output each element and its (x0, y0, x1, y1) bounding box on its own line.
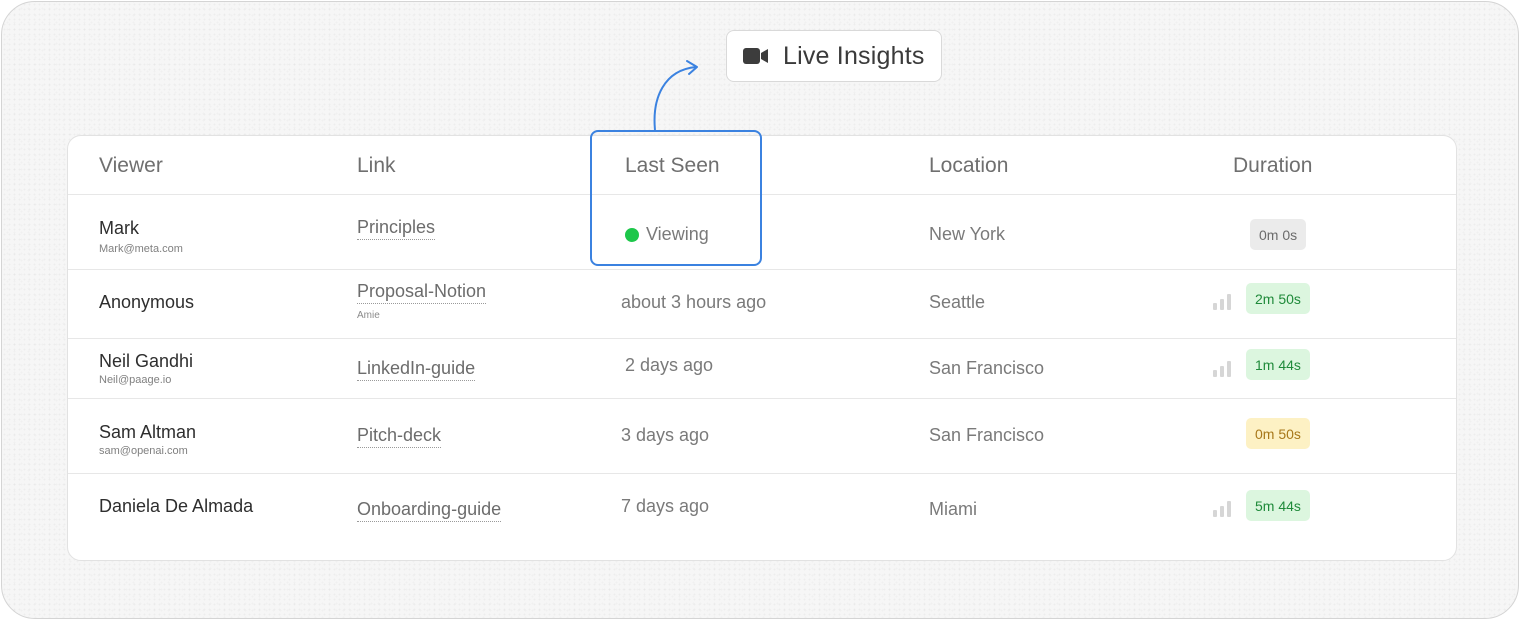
header-last-seen: Last Seen (625, 154, 720, 177)
signal-bars-icon (1213, 501, 1233, 517)
viewer-table: Viewer Link Last Seen Location Duration … (67, 135, 1457, 561)
location: New York (929, 224, 1006, 244)
header-link: Link (357, 154, 396, 177)
last-seen: Viewing (646, 224, 709, 244)
page-frame: Live Insights Viewer Link Last Seen Loca… (1, 1, 1519, 619)
viewing-status: Viewing (625, 224, 709, 245)
last-seen: 7 days ago (621, 496, 710, 516)
last-seen: 3 days ago (621, 425, 710, 445)
duration-badge: 1m 44s (1246, 349, 1310, 380)
viewer-name: Daniela De Almada (99, 496, 254, 516)
link-owner: Amie (357, 310, 380, 321)
last-seen: about 3 hours ago (621, 292, 767, 312)
table-row[interactable]: Neil Gandhi Neil@paage.io LinkedIn-guide… (68, 339, 1456, 398)
last-seen: 2 days ago (625, 355, 714, 375)
document-link[interactable]: LinkedIn-guide (357, 358, 476, 381)
duration-badge: 2m 50s (1246, 283, 1310, 314)
location: Miami (929, 499, 977, 519)
header-viewer: Viewer (99, 154, 163, 177)
signal-bars-icon (1213, 361, 1233, 377)
signal-bars-icon (1213, 294, 1233, 310)
table-row[interactable]: Mark Mark@meta.com Principles Viewing Ne… (68, 195, 1456, 269)
viewer-name: Anonymous (99, 292, 195, 312)
header-location: Location (929, 154, 1009, 177)
location: Seattle (929, 292, 986, 312)
location: San Francisco (929, 425, 1045, 445)
viewer-email: Mark@meta.com (99, 243, 183, 255)
live-insights-label: Live Insights (783, 41, 925, 70)
duration-badge: 0m 50s (1246, 418, 1310, 449)
document-link[interactable]: Onboarding-guide (357, 499, 502, 522)
document-link[interactable]: Proposal-Notion (357, 281, 487, 304)
table-row[interactable]: Sam Altman sam@openai.com Pitch-deck 3 d… (68, 399, 1456, 473)
viewer-name: Neil Gandhi (99, 351, 194, 371)
document-link[interactable]: Pitch-deck (357, 425, 442, 448)
table-row[interactable]: Anonymous Proposal-Notion Amie about 3 h… (68, 270, 1456, 338)
duration-badge: 0m 0s (1250, 219, 1307, 250)
location: San Francisco (929, 358, 1045, 378)
viewer-name: Mark (99, 218, 139, 238)
header-duration: Duration (1233, 154, 1313, 177)
document-link[interactable]: Principles (357, 217, 436, 240)
viewer-email: Neil@paage.io (99, 374, 172, 386)
live-dot-icon (625, 227, 639, 242)
live-insights-button[interactable]: Live Insights (726, 30, 942, 82)
curved-arrow-icon (653, 60, 698, 131)
duration-badge: 5m 44s (1246, 490, 1310, 521)
video-camera-icon (743, 47, 769, 65)
viewer-email: sam@openai.com (99, 445, 188, 457)
viewer-name: Sam Altman (99, 422, 197, 442)
table-row[interactable]: Daniela De Almada Onboarding-guide 7 day… (68, 474, 1456, 560)
